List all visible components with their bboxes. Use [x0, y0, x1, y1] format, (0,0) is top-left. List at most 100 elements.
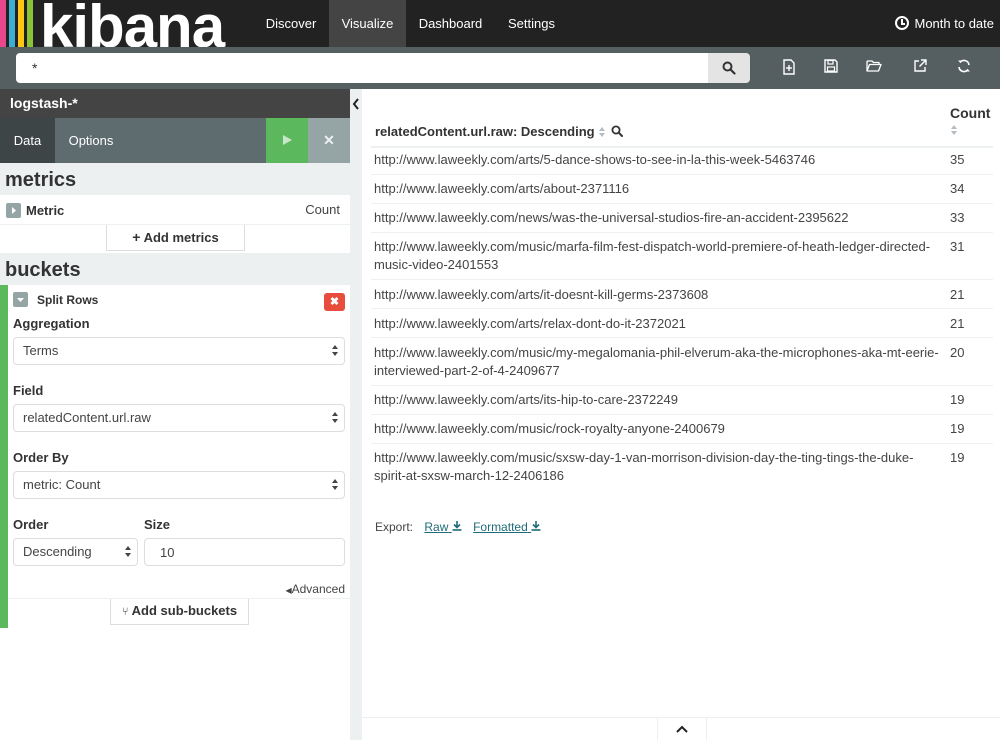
table-row-divider	[371, 279, 993, 280]
metric-value: Count	[305, 202, 340, 217]
logo-text: kibana	[40, 0, 225, 47]
search-icon[interactable]	[611, 125, 624, 137]
nav-discover[interactable]: Discover	[253, 0, 329, 47]
order-value: Descending	[23, 544, 92, 559]
nav-dashboard[interactable]: Dashboard	[406, 0, 495, 47]
column-header-count-label: Count	[950, 105, 991, 121]
order-by-value: metric: Count	[23, 477, 101, 492]
column-header-count[interactable]: Count	[950, 105, 990, 137]
select-caret-icon	[332, 479, 338, 491]
table-cell-url: http://www.laweekly.com/arts/relax-dont-…	[374, 316, 686, 331]
aggregation-select[interactable]: Terms	[13, 337, 345, 365]
play-icon	[283, 135, 292, 145]
metrics-header: metrics	[0, 163, 350, 195]
add-sub-buckets-button[interactable]: ⑂ Add sub-buckets	[110, 599, 249, 625]
chevron-right-icon[interactable]	[6, 203, 21, 218]
nav-settings[interactable]: Settings	[495, 0, 568, 47]
index-pattern-title: logstash-*	[0, 89, 350, 118]
sort-icon[interactable]	[598, 127, 605, 137]
order-by-select[interactable]: metric: Count	[13, 471, 345, 499]
apply-changes-button[interactable]	[266, 118, 308, 163]
order-by-label: Order By	[13, 450, 69, 465]
table-row-divider	[371, 232, 993, 233]
export-raw-label: Raw	[424, 520, 449, 534]
order-label: Order	[13, 517, 49, 532]
select-caret-icon	[332, 345, 338, 357]
export-formatted-link[interactable]: Formatted	[473, 520, 541, 534]
table-cell-url: http://www.laweekly.com/news/was-the-uni…	[374, 210, 849, 225]
table-row-divider	[371, 174, 993, 175]
table-cell-count: 34	[950, 181, 965, 196]
table-row-divider	[371, 414, 993, 415]
table-header-rule	[371, 146, 993, 148]
sidebar-tabs: Data Options ✕	[0, 118, 350, 163]
column-header-term[interactable]: relatedContent.url.raw: Descending	[375, 124, 624, 139]
table-cell-url: http://www.laweekly.com/music/marfa-film…	[374, 239, 931, 272]
sort-icon[interactable]	[951, 125, 957, 135]
bucket-status-bar	[0, 285, 8, 628]
field-select[interactable]: relatedContent.url.raw	[13, 404, 345, 432]
search-bar	[0, 47, 1000, 89]
metric-row[interactable]: Metric Count	[0, 195, 350, 225]
spy-toggle-button[interactable]	[657, 717, 707, 740]
table-cell-count: 33	[950, 210, 965, 225]
branch-icon: ⑂	[121, 606, 129, 618]
add-metrics-label: Add metrics	[143, 230, 219, 245]
new-visualization-icon[interactable]	[780, 59, 798, 77]
search-button[interactable]	[708, 53, 750, 83]
export-label: Export:	[375, 520, 414, 534]
time-picker[interactable]: Month to date	[894, 0, 994, 47]
refresh-icon[interactable]	[955, 59, 973, 77]
table-cell-url: http://www.laweekly.com/music/my-megalom…	[374, 345, 939, 378]
table-cell-count: 19	[950, 450, 965, 465]
advanced-label: Advanced	[291, 582, 345, 596]
search-input[interactable]	[16, 53, 708, 83]
tab-options[interactable]: Options	[55, 118, 127, 163]
metric-label: Metric	[26, 203, 65, 218]
table-cell-url: http://www.laweekly.com/music/rock-royal…	[374, 421, 725, 436]
chevron-up-icon	[676, 725, 688, 733]
export-raw-link[interactable]: Raw	[424, 520, 462, 534]
nav-visualize[interactable]: Visualize	[329, 0, 406, 47]
table-cell-count: 21	[950, 316, 965, 331]
size-input[interactable]	[144, 538, 345, 566]
table-cell-url: http://www.laweekly.com/music/sxsw-day-1…	[374, 450, 914, 483]
export-links: Export: Raw Formatted	[375, 520, 541, 534]
plus-icon: +	[132, 229, 141, 245]
top-nav: kibana Discover Visualize Dashboard Sett…	[0, 0, 1000, 47]
export-formatted-label: Formatted	[473, 520, 528, 534]
select-caret-icon	[332, 412, 338, 424]
open-icon[interactable]	[865, 59, 883, 77]
table-cell-count: 21	[950, 287, 965, 302]
clock-icon	[894, 16, 909, 30]
table-row-divider	[371, 337, 993, 338]
search-icon	[722, 61, 736, 75]
table-cell-url: http://www.laweekly.com/arts/about-23711…	[374, 181, 630, 196]
column-header-term-label: relatedContent.url.raw: Descending	[375, 124, 595, 139]
aggregation-value: Terms	[23, 343, 59, 358]
tab-data[interactable]: Data	[0, 118, 55, 163]
table-cell-url: http://www.laweekly.com/arts/its-hip-to-…	[374, 392, 678, 407]
advanced-toggle[interactable]: ◀Advanced	[285, 582, 345, 596]
add-metrics-button[interactable]: + Add metrics	[106, 225, 245, 251]
discard-changes-button[interactable]: ✕	[308, 118, 350, 163]
buckets-header: buckets	[0, 253, 350, 285]
table-cell-url: http://www.laweekly.com/arts/it-doesnt-k…	[374, 287, 709, 302]
table-cell-count: 20	[950, 345, 965, 360]
share-icon[interactable]	[911, 59, 929, 77]
download-icon	[531, 521, 541, 531]
visualization-panel: relatedContent.url.raw: Descending Count…	[362, 89, 1000, 740]
table-cell-url: http://www.laweekly.com/arts/5-dance-sho…	[374, 152, 816, 167]
table-cell-count: 31	[950, 239, 965, 254]
save-icon[interactable]	[822, 59, 840, 77]
kibana-logo[interactable]: kibana	[0, 0, 253, 47]
add-sub-buckets-label: Add sub-buckets	[131, 603, 238, 618]
logo-stripe	[9, 0, 15, 47]
remove-bucket-button[interactable]: ✖	[324, 293, 345, 311]
collapse-sidebar-icon[interactable]	[350, 96, 362, 112]
close-icon: ✖	[329, 296, 340, 308]
table-row-divider	[371, 203, 993, 204]
chevron-down-icon[interactable]	[13, 292, 28, 307]
sidebar-splitter[interactable]	[350, 89, 362, 740]
order-select[interactable]: Descending	[13, 538, 138, 566]
